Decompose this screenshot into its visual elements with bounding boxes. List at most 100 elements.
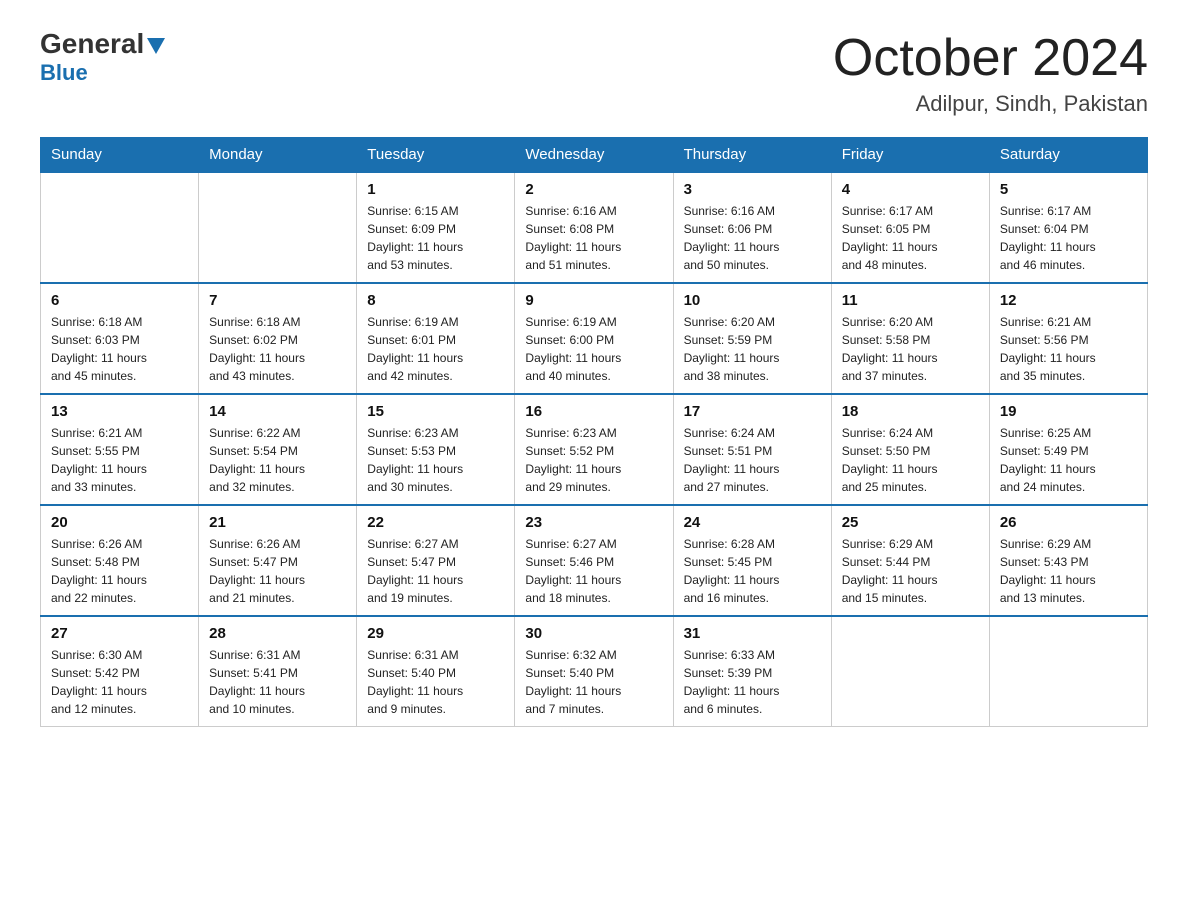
logo-blue-text: Blue [40,60,88,86]
day-info: Sunrise: 6:27 AM Sunset: 5:46 PM Dayligh… [525,535,662,607]
day-number: 30 [525,625,662,642]
logo-triangle-icon [147,38,165,54]
calendar-cell: 28 Sunrise: 6:31 AM Sunset: 5:41 PM Dayli… [199,616,357,727]
calendar-cell: 17 Sunrise: 6:24 AM Sunset: 5:51 PM Dayli… [673,394,831,505]
calendar-cell: 2 Sunrise: 6:16 AM Sunset: 6:08 PM Daylig… [515,172,673,283]
day-number: 7 [209,292,346,309]
calendar-cell: 1Sunrise: 6:15 AM Sunset: 6:09 PM Daylig… [357,172,515,283]
day-info: Sunrise: 6:21 AM Sunset: 5:55 PM Dayligh… [51,424,188,496]
location-text: Adilpur, Sindh, Pakistan [833,91,1148,117]
calendar-cell: 16Sunrise: 6:23 AM Sunset: 5:52 PM Dayli… [515,394,673,505]
day-number: 29 [367,625,504,642]
day-info: Sunrise: 6:21 AM Sunset: 5:56 PM Dayligh… [1000,313,1137,385]
calendar-cell: 26 Sunrise: 6:29 AM Sunset: 5:43 PM Dayli… [989,505,1147,616]
day-info: Sunrise: 6:25 AM Sunset: 5:49 PM Dayligh… [1000,424,1137,496]
day-number: 17 [684,403,821,420]
day-info: Sunrise: 6:29 AM Sunset: 5:44 PM Dayligh… [842,535,979,607]
calendar-cell: 31Sunrise: 6:33 AM Sunset: 5:39 PM Dayli… [673,616,831,727]
day-number: 15 [367,403,504,420]
day-number: 11 [842,292,979,309]
calendar-cell [831,616,989,727]
day-info: Sunrise: 6:23 AM Sunset: 5:52 PM Dayligh… [525,424,662,496]
day-number: 28 [209,625,346,642]
calendar-week-5: 27Sunrise: 6:30 AM Sunset: 5:42 PM Dayli… [41,616,1148,727]
day-info: Sunrise: 6:30 AM Sunset: 5:42 PM Dayligh… [51,646,188,718]
day-info: Sunrise: 6:27 AM Sunset: 5:47 PM Dayligh… [367,535,504,607]
calendar-cell [989,616,1147,727]
header-row: SundayMondayTuesdayWednesdayThursdayFrid… [41,138,1148,173]
day-info: Sunrise: 6:18 AM Sunset: 6:02 PM Dayligh… [209,313,346,385]
day-number: 25 [842,514,979,531]
day-number: 26 [1000,514,1137,531]
day-info: Sunrise: 6:16 AM Sunset: 6:08 PM Dayligh… [525,202,662,274]
month-title: October 2024 [833,30,1148,87]
calendar-cell: 13 Sunrise: 6:21 AM Sunset: 5:55 PM Dayli… [41,394,199,505]
calendar-cell: 3 Sunrise: 6:16 AM Sunset: 6:06 PM Daylig… [673,172,831,283]
day-number: 23 [525,514,662,531]
day-number: 9 [525,292,662,309]
day-info: Sunrise: 6:19 AM Sunset: 6:01 PM Dayligh… [367,313,504,385]
calendar-cell [41,172,199,283]
calendar-week-2: 6Sunrise: 6:18 AM Sunset: 6:03 PM Daylig… [41,283,1148,394]
day-number: 5 [1000,181,1137,198]
day-number: 2 [525,181,662,198]
header-cell-thursday: Thursday [673,138,831,173]
day-number: 13 [51,403,188,420]
day-number: 18 [842,403,979,420]
day-number: 31 [684,625,821,642]
calendar-cell: 24 Sunrise: 6:28 AM Sunset: 5:45 PM Dayli… [673,505,831,616]
calendar-cell: 30 Sunrise: 6:32 AM Sunset: 5:40 PM Dayli… [515,616,673,727]
header-cell-tuesday: Tuesday [357,138,515,173]
calendar-cell: 21 Sunrise: 6:26 AM Sunset: 5:47 PM Dayli… [199,505,357,616]
calendar-cell: 23 Sunrise: 6:27 AM Sunset: 5:46 PM Dayli… [515,505,673,616]
day-number: 24 [684,514,821,531]
logo-general: General [40,28,144,59]
day-info: Sunrise: 6:20 AM Sunset: 5:58 PM Dayligh… [842,313,979,385]
calendar-cell: 18Sunrise: 6:24 AM Sunset: 5:50 PM Dayli… [831,394,989,505]
calendar-cell: 25 Sunrise: 6:29 AM Sunset: 5:44 PM Dayli… [831,505,989,616]
header-cell-wednesday: Wednesday [515,138,673,173]
title-block: October 2024 Adilpur, Sindh, Pakistan [833,30,1148,117]
calendar-week-1: 1Sunrise: 6:15 AM Sunset: 6:09 PM Daylig… [41,172,1148,283]
header-cell-friday: Friday [831,138,989,173]
day-number: 8 [367,292,504,309]
logo: General Blue [40,30,165,86]
day-info: Sunrise: 6:29 AM Sunset: 5:43 PM Dayligh… [1000,535,1137,607]
day-info: Sunrise: 6:28 AM Sunset: 5:45 PM Dayligh… [684,535,821,607]
day-number: 10 [684,292,821,309]
calendar-cell: 9 Sunrise: 6:19 AM Sunset: 6:00 PM Daylig… [515,283,673,394]
calendar-cell: 4 Sunrise: 6:17 AM Sunset: 6:05 PM Daylig… [831,172,989,283]
calendar-cell: 22Sunrise: 6:27 AM Sunset: 5:47 PM Dayli… [357,505,515,616]
day-info: Sunrise: 6:23 AM Sunset: 5:53 PM Dayligh… [367,424,504,496]
day-info: Sunrise: 6:17 AM Sunset: 6:04 PM Dayligh… [1000,202,1137,274]
calendar-cell: 12 Sunrise: 6:21 AM Sunset: 5:56 PM Dayli… [989,283,1147,394]
calendar-cell: 5 Sunrise: 6:17 AM Sunset: 6:04 PM Daylig… [989,172,1147,283]
day-number: 12 [1000,292,1137,309]
day-info: Sunrise: 6:31 AM Sunset: 5:41 PM Dayligh… [209,646,346,718]
day-number: 3 [684,181,821,198]
day-info: Sunrise: 6:24 AM Sunset: 5:51 PM Dayligh… [684,424,821,496]
logo-general-text: General [40,30,165,58]
calendar-cell: 7 Sunrise: 6:18 AM Sunset: 6:02 PM Daylig… [199,283,357,394]
calendar-cell: 11 Sunrise: 6:20 AM Sunset: 5:58 PM Dayli… [831,283,989,394]
day-info: Sunrise: 6:26 AM Sunset: 5:47 PM Dayligh… [209,535,346,607]
calendar-cell: 19Sunrise: 6:25 AM Sunset: 5:49 PM Dayli… [989,394,1147,505]
day-info: Sunrise: 6:19 AM Sunset: 6:00 PM Dayligh… [525,313,662,385]
day-info: Sunrise: 6:31 AM Sunset: 5:40 PM Dayligh… [367,646,504,718]
day-number: 6 [51,292,188,309]
calendar-table: SundayMondayTuesdayWednesdayThursdayFrid… [40,137,1148,727]
day-number: 4 [842,181,979,198]
calendar-cell [199,172,357,283]
day-info: Sunrise: 6:22 AM Sunset: 5:54 PM Dayligh… [209,424,346,496]
day-info: Sunrise: 6:32 AM Sunset: 5:40 PM Dayligh… [525,646,662,718]
day-number: 21 [209,514,346,531]
header-cell-saturday: Saturday [989,138,1147,173]
day-info: Sunrise: 6:20 AM Sunset: 5:59 PM Dayligh… [684,313,821,385]
day-info: Sunrise: 6:17 AM Sunset: 6:05 PM Dayligh… [842,202,979,274]
header-cell-sunday: Sunday [41,138,199,173]
calendar-cell: 15 Sunrise: 6:23 AM Sunset: 5:53 PM Dayli… [357,394,515,505]
calendar-cell: 8 Sunrise: 6:19 AM Sunset: 6:01 PM Daylig… [357,283,515,394]
day-info: Sunrise: 6:16 AM Sunset: 6:06 PM Dayligh… [684,202,821,274]
calendar-week-3: 13 Sunrise: 6:21 AM Sunset: 5:55 PM Dayli… [41,394,1148,505]
day-number: 1 [367,181,504,198]
